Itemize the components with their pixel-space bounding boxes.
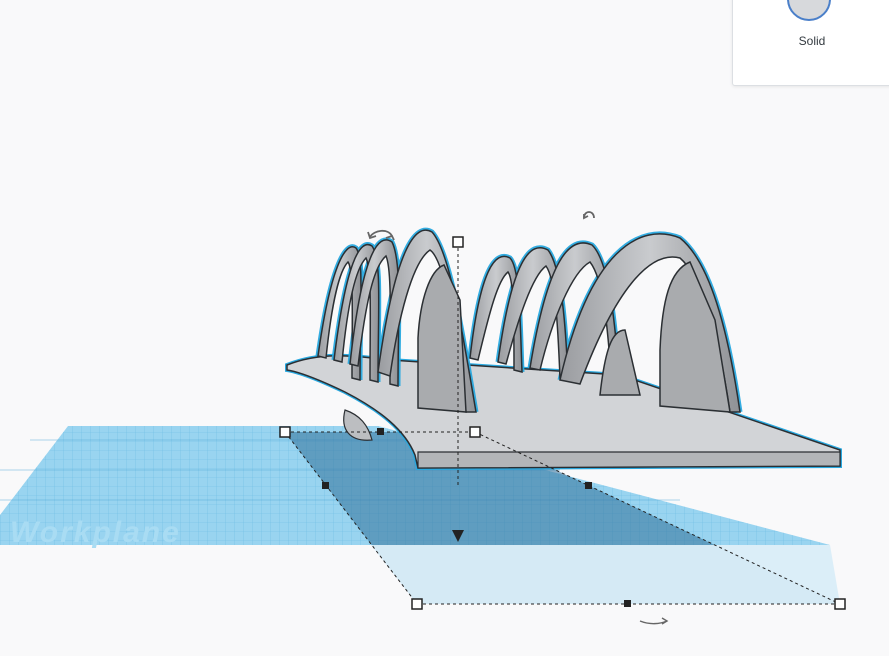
corner-handle-front-right[interactable] xyxy=(834,598,846,610)
corner-handle-front-left[interactable] xyxy=(411,598,423,610)
height-handle[interactable] xyxy=(452,236,464,248)
selection-shadow-below xyxy=(371,545,840,604)
edge-handle-front[interactable] xyxy=(624,600,631,607)
edge-handle-back[interactable] xyxy=(377,428,384,435)
3d-viewport[interactable]: Workplane xyxy=(0,0,889,656)
edge-handle-right[interactable] xyxy=(585,482,592,489)
rotate-arrow-icon[interactable] xyxy=(639,617,669,625)
edge-handle-left[interactable] xyxy=(322,482,329,489)
corner-handle-back-right[interactable] xyxy=(469,426,481,438)
solid-label: Solid xyxy=(798,34,826,48)
workplane-label: Workplane xyxy=(10,516,181,549)
corner-handle-back-left[interactable] xyxy=(279,426,291,438)
rotate-arrow-icon[interactable] xyxy=(583,211,595,220)
shape-panel: Solid xyxy=(732,0,889,86)
solid-color-swatch[interactable] xyxy=(787,0,831,21)
